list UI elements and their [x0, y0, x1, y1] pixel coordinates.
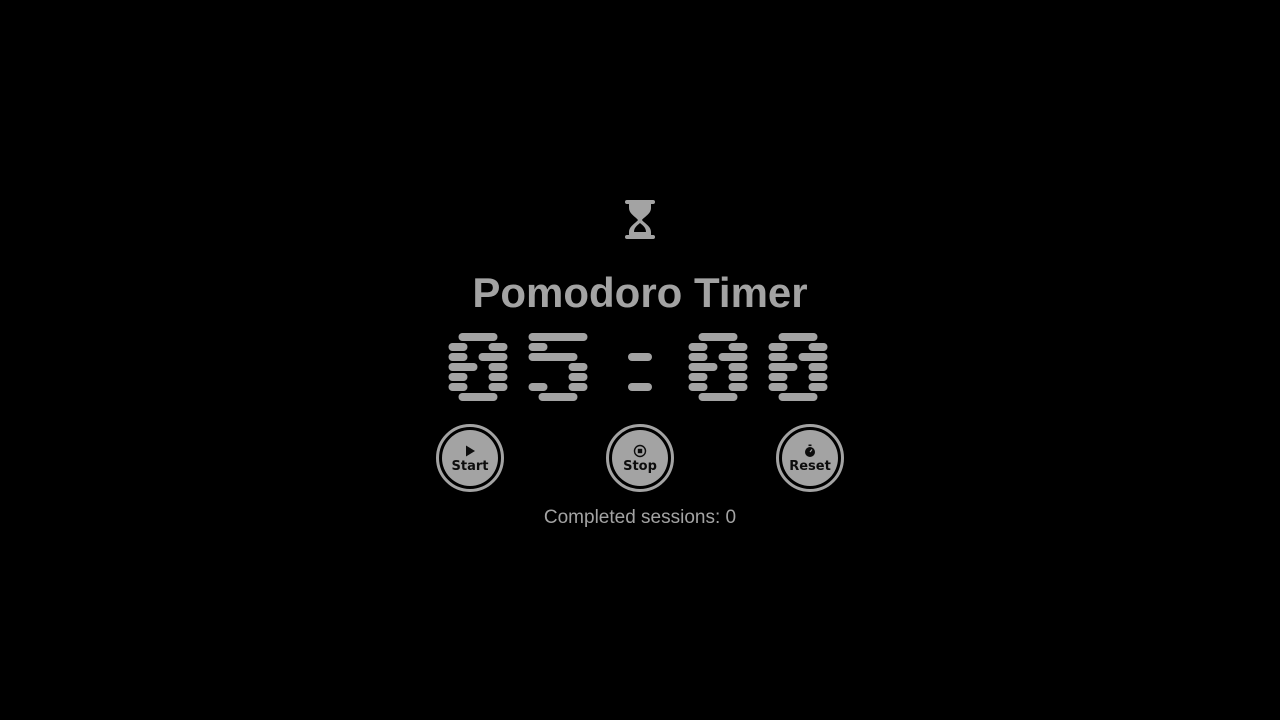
timer-digit-segment	[488, 343, 508, 351]
timer-digit-segment	[528, 383, 548, 391]
timer-digit-segment	[768, 373, 788, 381]
timer-digit-segment	[568, 383, 588, 391]
timer-digit-segment	[808, 363, 828, 371]
stop-icon	[633, 444, 647, 457]
timer-digit-segment	[448, 383, 468, 391]
timer-digit-segment	[538, 393, 578, 401]
stop-button-label: Stop	[623, 458, 657, 474]
timer-digit-segment	[568, 363, 588, 371]
reset-button[interactable]: Reset	[776, 424, 844, 492]
timer-digit-segment	[778, 333, 818, 341]
completed-sessions: Completed sessions: 0	[543, 507, 737, 528]
timer-digit-segment	[688, 343, 708, 351]
stopwatch-icon	[805, 444, 815, 457]
timer-digit-segment	[528, 333, 588, 341]
timer-digit-segment	[688, 353, 708, 361]
timer-digit-segment	[698, 333, 738, 341]
stop-button[interactable]: Stop	[606, 424, 674, 492]
hourglass-icon	[625, 200, 655, 239]
timer-digit-segment	[448, 373, 468, 381]
start-button[interactable]: Start	[436, 424, 504, 492]
timer-digit-segment	[808, 373, 828, 381]
timer-digit-segment	[798, 353, 828, 361]
timer-digit-segment	[768, 383, 788, 391]
timer-digit-segment	[808, 343, 828, 351]
timer-digit-segment	[478, 353, 508, 361]
timer-digit-segment	[458, 333, 498, 341]
timer-digit-segment	[778, 393, 818, 401]
start-button-label: Start	[451, 458, 489, 474]
timer-digit-segment	[688, 373, 708, 381]
page-title: Pomodoro Timer	[472, 269, 808, 316]
timer-digit-segment	[728, 343, 748, 351]
timer-digit-segment	[728, 363, 748, 371]
timer-digit-segment	[698, 393, 738, 401]
timer-digit-segment	[688, 363, 718, 371]
timer-digit-segment	[768, 363, 798, 371]
pomodoro-app: Pomodoro Timer Start Stop Reset Complete…	[0, 0, 1280, 720]
timer-digit-segment	[448, 363, 478, 371]
timer-digit-segment	[728, 373, 748, 381]
timer-digit-segment	[568, 373, 588, 381]
timer-colon-dot	[628, 383, 652, 391]
play-icon	[466, 445, 475, 456]
timer-digit-segment	[448, 343, 468, 351]
timer-digit-segment	[768, 353, 788, 361]
timer-digit-segment	[768, 343, 788, 351]
reset-button-label: Reset	[789, 458, 831, 474]
timer-digit-segment	[448, 353, 468, 361]
timer-digit-segment	[488, 383, 508, 391]
timer-digit-segment	[528, 343, 548, 351]
timer-digit-segment	[688, 383, 708, 391]
timer-digit-segment	[528, 353, 578, 361]
timer-digit-segment	[488, 363, 508, 371]
timer-digit-segment	[488, 373, 508, 381]
timer-digit-segment	[458, 393, 498, 401]
timer-colon-dot	[628, 353, 652, 361]
timer-digit-segment	[718, 353, 748, 361]
timer-display	[448, 333, 828, 401]
timer-digit-segment	[728, 383, 748, 391]
timer-digit-segment	[808, 383, 828, 391]
